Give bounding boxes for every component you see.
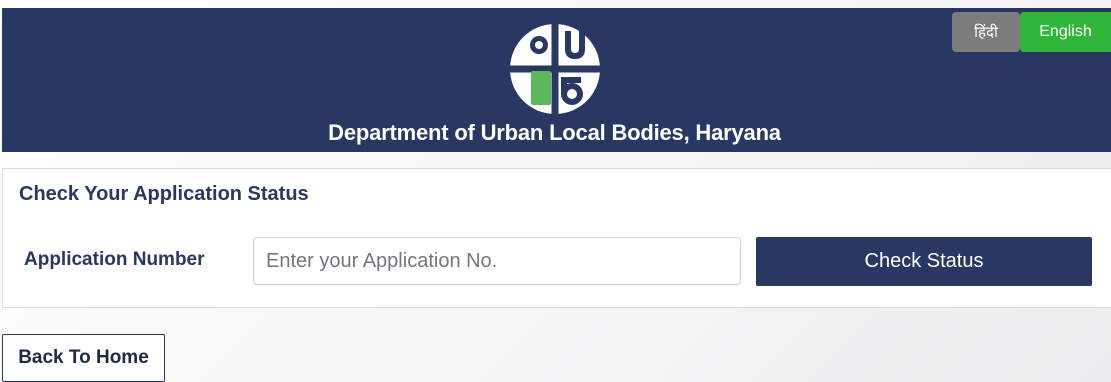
panel-title: Check Your Application Status xyxy=(19,183,309,205)
application-number-input[interactable] xyxy=(253,237,741,285)
department-title: Department of Urban Local Bodies, Haryan… xyxy=(328,120,781,145)
application-status-panel: Check Your Application Status Applicatio… xyxy=(2,168,1111,308)
back-to-home-button[interactable]: Back To Home xyxy=(2,334,165,382)
ulb-haryana-logo-icon xyxy=(507,21,603,117)
english-language-button[interactable]: English xyxy=(1020,12,1111,52)
check-status-button[interactable]: Check Status xyxy=(756,237,1092,286)
application-number-label: Application Number xyxy=(24,249,205,270)
site-header: Department of Urban Local Bodies, Haryan… xyxy=(2,8,1111,152)
hindi-language-button[interactable]: हिंदी xyxy=(952,12,1020,52)
